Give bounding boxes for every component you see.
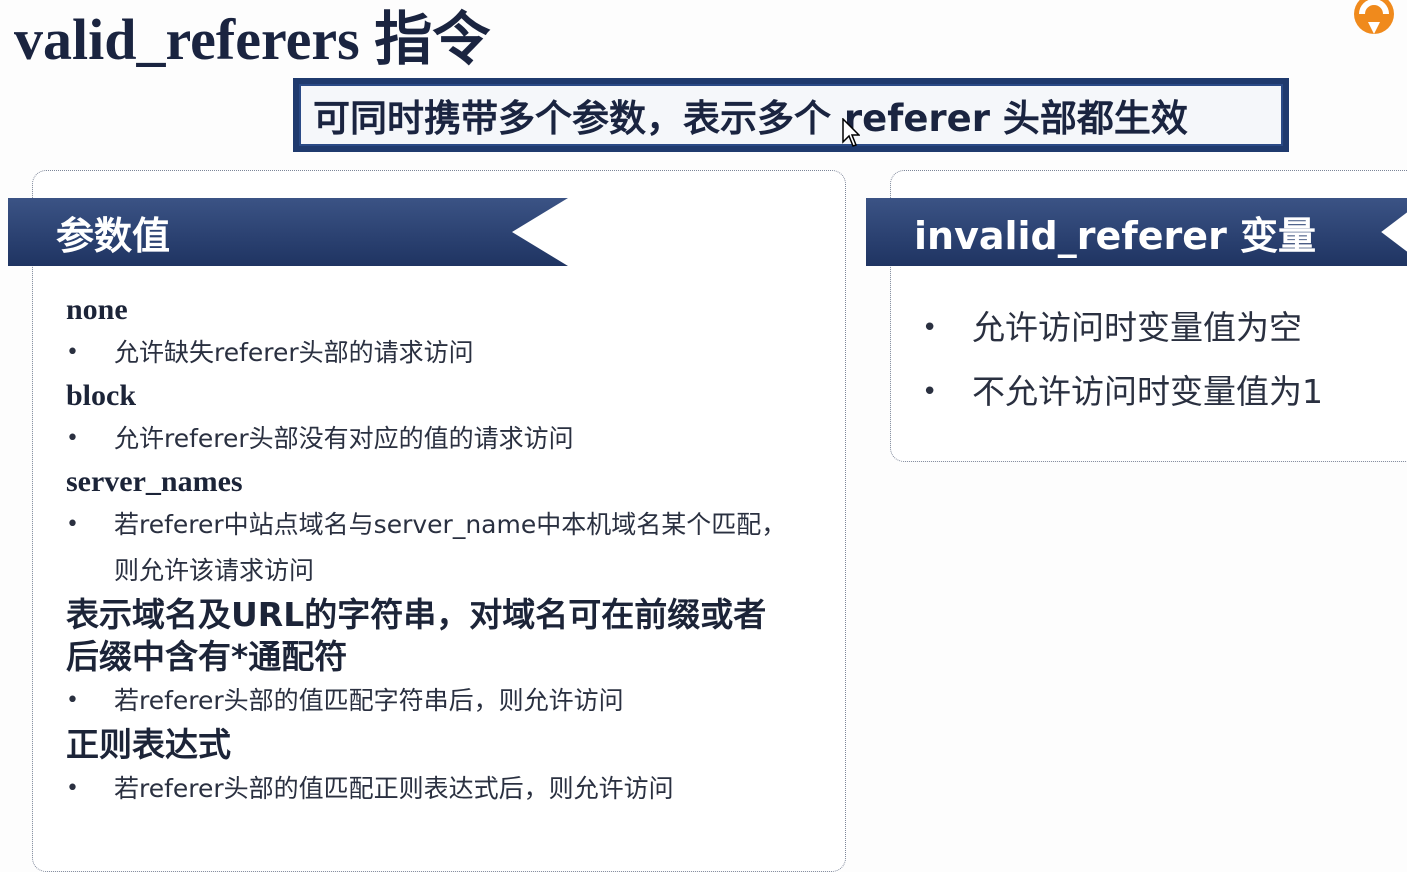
bullet-dot: •	[66, 426, 79, 451]
bullet-dot: •	[66, 340, 79, 365]
param-term-server-names: server_names	[66, 465, 243, 498]
mouse-cursor-icon	[842, 118, 860, 147]
bullet-text: 若referer头部的值匹配字符串后，则允许访问	[114, 686, 624, 715]
param-term-string: 表示域名及URL的字符串，对域名可在前缀或者 后缀中含有*通配符	[66, 594, 836, 678]
bullet-text: 若referer中站点域名与server_name中本机域名某个匹配，	[114, 510, 787, 539]
param-desc-string: • 若referer头部的值匹配字符串后，则允许访问	[66, 678, 836, 724]
param-desc-none: • 允许缺失referer头部的请求访问	[66, 330, 836, 376]
param-term-none: none	[66, 293, 128, 326]
bullet-dot: •	[66, 688, 79, 713]
variable-desc-allowed: • 允许访问时变量值为空	[922, 296, 1323, 360]
param-desc-server-names: • 若referer中站点域名与server_name中本机域名某个匹配， 则允…	[66, 502, 836, 594]
logo-icon	[1354, 0, 1394, 34]
variable-desc-denied: • 不允许访问时变量值为1	[922, 360, 1323, 424]
slide-title: valid_referers 指令	[14, 7, 491, 72]
param-term-string-line2: 后缀中含有*通配符	[66, 637, 348, 676]
bullet-dot: •	[66, 776, 79, 801]
bullet-text: 允许referer头部没有对应的值的请求访问	[114, 424, 574, 453]
bullet-text: 若referer头部的值匹配正则表达式后，则允许访问	[114, 774, 674, 803]
variable-header: invalid_referer 变量	[866, 198, 1407, 266]
params-header: 参数值	[8, 198, 568, 266]
bullet-text: 不允许访问时变量值为1	[972, 372, 1323, 411]
params-list: none • 允许缺失referer头部的请求访问 block • 允许refe…	[66, 290, 836, 812]
param-desc-block: • 允许referer头部没有对应的值的请求访问	[66, 416, 836, 462]
banner: 可同时携带多个参数，表示多个 referer 头部都生效	[293, 78, 1289, 152]
param-term-string-line1: 表示域名及URL的字符串，对域名可在前缀或者	[66, 595, 767, 634]
param-term-regex: 正则表达式	[66, 725, 231, 764]
bullet-dot: •	[922, 313, 938, 343]
bullet-text-continued: 则允许该请求访问	[114, 556, 315, 585]
bullet-text: 允许访问时变量值为空	[972, 308, 1302, 347]
bullet-text: 允许缺失referer头部的请求访问	[114, 338, 474, 367]
banner-text: 可同时携带多个参数，表示多个 referer 头部都生效	[299, 84, 1283, 146]
variable-list: • 允许访问时变量值为空 • 不允许访问时变量值为1	[922, 296, 1323, 424]
param-desc-regex: • 若referer头部的值匹配正则表达式后，则允许访问	[66, 766, 836, 812]
bullet-dot: •	[66, 512, 79, 537]
bullet-dot: •	[922, 377, 938, 407]
param-term-block: block	[66, 379, 137, 412]
